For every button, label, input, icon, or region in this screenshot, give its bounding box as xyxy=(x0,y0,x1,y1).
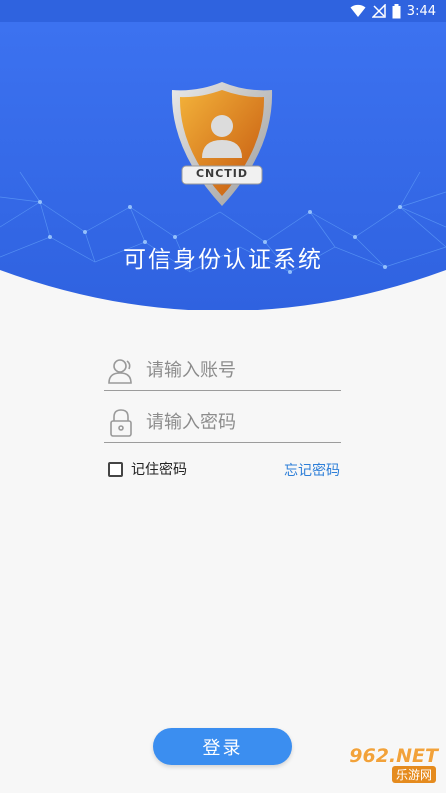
status-time: 3:44 xyxy=(406,3,436,19)
wifi-icon xyxy=(350,4,366,17)
signal-off-icon xyxy=(371,4,386,18)
shield-logo-icon xyxy=(171,82,273,206)
watermark: 962.NET 乐游网 xyxy=(306,745,438,785)
battery-icon xyxy=(392,3,401,18)
watermark-top: 962.NET xyxy=(349,745,438,767)
user-icon xyxy=(104,354,138,388)
watermark-bottom: 乐游网 xyxy=(391,766,436,783)
login-button[interactable]: 登录 xyxy=(153,728,292,765)
account-input[interactable] xyxy=(144,359,338,382)
remember-password[interactable]: 记住密码 xyxy=(108,459,187,479)
status-bar: 3:44 xyxy=(0,0,446,22)
remember-checkbox[interactable] xyxy=(108,461,123,477)
remember-label: 记住密码 xyxy=(131,462,187,478)
lock-icon xyxy=(104,406,138,440)
password-input[interactable] xyxy=(144,411,338,434)
page-title: 可信身份认证系统 xyxy=(123,247,323,273)
forgot-password-link[interactable]: 忘记密码 xyxy=(284,460,340,480)
account-field xyxy=(104,351,341,391)
hero-header: CNCTID 可信身份认证系统 xyxy=(0,22,446,310)
password-field xyxy=(104,403,341,443)
badge-text: CNCTID xyxy=(195,167,249,180)
